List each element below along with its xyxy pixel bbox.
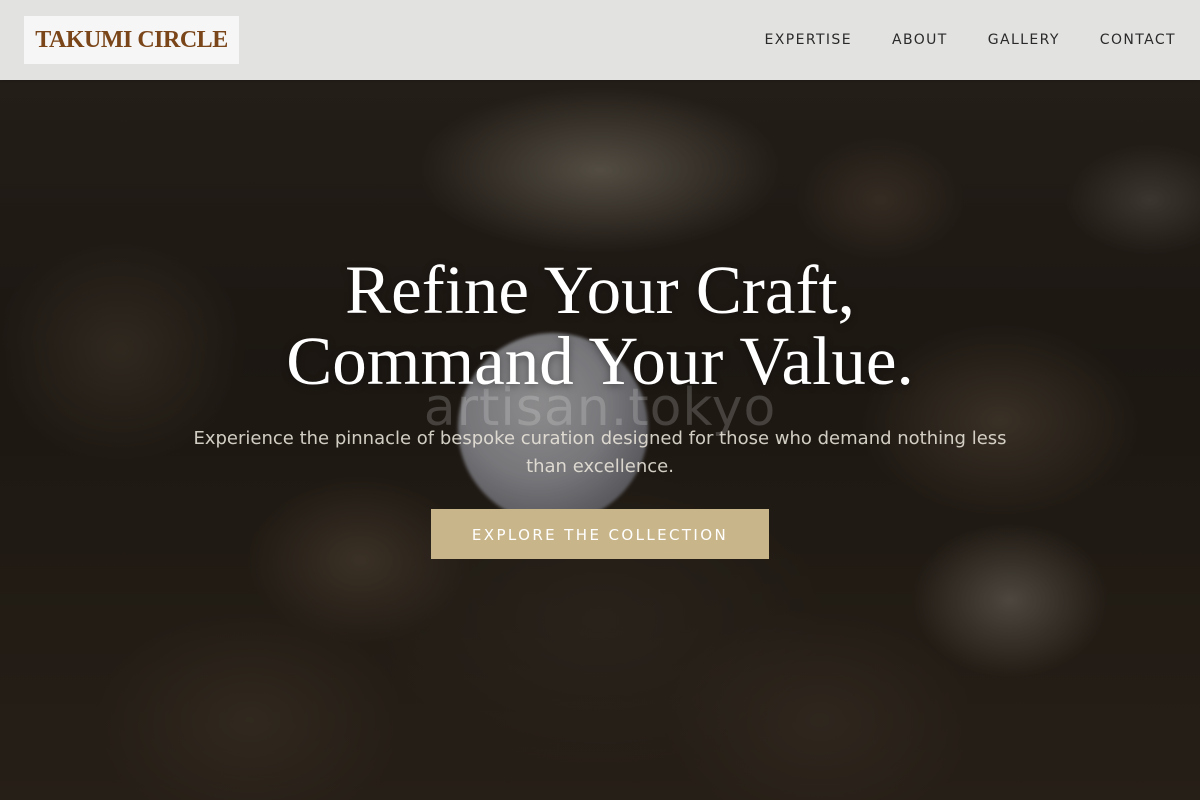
nav-item-gallery[interactable]: GALLERY (988, 32, 1060, 48)
hero-title-line-2: Command Your Value. (286, 323, 914, 399)
page: artisan.tokyo Refine Your Craft, Command… (0, 0, 1200, 800)
hero-title-line-1: Refine Your Craft, (345, 252, 855, 328)
hero-subtitle: Experience the pinnacle of bespoke curat… (193, 428, 1007, 477)
hero-title: Refine Your Craft, Command Your Value. (0, 255, 1200, 397)
nav-item-about[interactable]: ABOUT (892, 32, 948, 48)
hero-content: Refine Your Craft, Command Your Value. E… (0, 255, 1200, 559)
nav-item-expertise[interactable]: EXPERTISE (765, 32, 852, 48)
site-header: TAKUMI CIRCLE EXPERTISE ABOUT GALLERY CO… (0, 0, 1200, 80)
explore-collection-button[interactable]: EXPLORE THE COLLECTION (431, 509, 769, 559)
main-nav: EXPERTISE ABOUT GALLERY CONTACT (765, 0, 1176, 80)
site-logo[interactable]: TAKUMI CIRCLE (24, 16, 239, 64)
nav-item-contact[interactable]: CONTACT (1100, 32, 1176, 48)
